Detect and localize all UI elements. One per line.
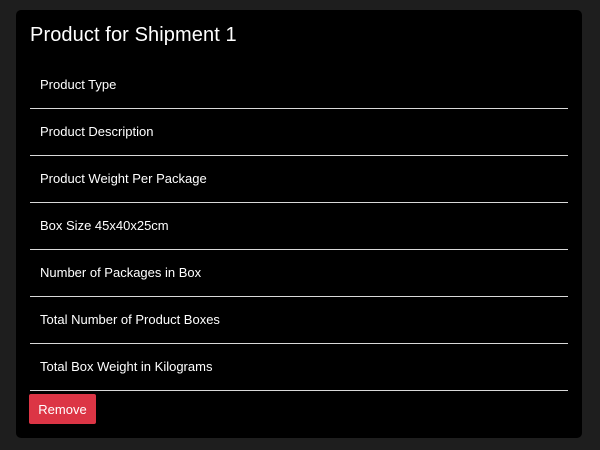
- card-title: Product for Shipment 1: [30, 24, 237, 46]
- total-box-weight-field[interactable]: Total Box Weight in Kilograms: [30, 344, 568, 391]
- remove-button[interactable]: Remove: [29, 394, 96, 424]
- total-box-weight-label: Total Box Weight in Kilograms: [40, 359, 213, 374]
- product-description-label: Product Description: [40, 124, 154, 139]
- box-size-field[interactable]: Box Size 45x40x25cm: [30, 203, 568, 250]
- product-type-label: Product Type: [40, 77, 117, 92]
- total-product-boxes-field[interactable]: Total Number of Product Boxes: [30, 297, 568, 344]
- product-field-list: Product Type Product Description Product…: [30, 62, 568, 391]
- product-weight-per-package-field[interactable]: Product Weight Per Package: [30, 156, 568, 203]
- packages-in-box-field[interactable]: Number of Packages in Box: [30, 250, 568, 297]
- product-description-field[interactable]: Product Description: [30, 109, 568, 156]
- total-product-boxes-label: Total Number of Product Boxes: [40, 312, 220, 327]
- product-type-field[interactable]: Product Type: [30, 62, 568, 109]
- product-weight-per-package-label: Product Weight Per Package: [40, 171, 207, 186]
- shipment-product-card: Product for Shipment 1 Product Type Prod…: [16, 10, 582, 438]
- box-size-label: Box Size 45x40x25cm: [40, 218, 169, 233]
- packages-in-box-label: Number of Packages in Box: [40, 265, 202, 280]
